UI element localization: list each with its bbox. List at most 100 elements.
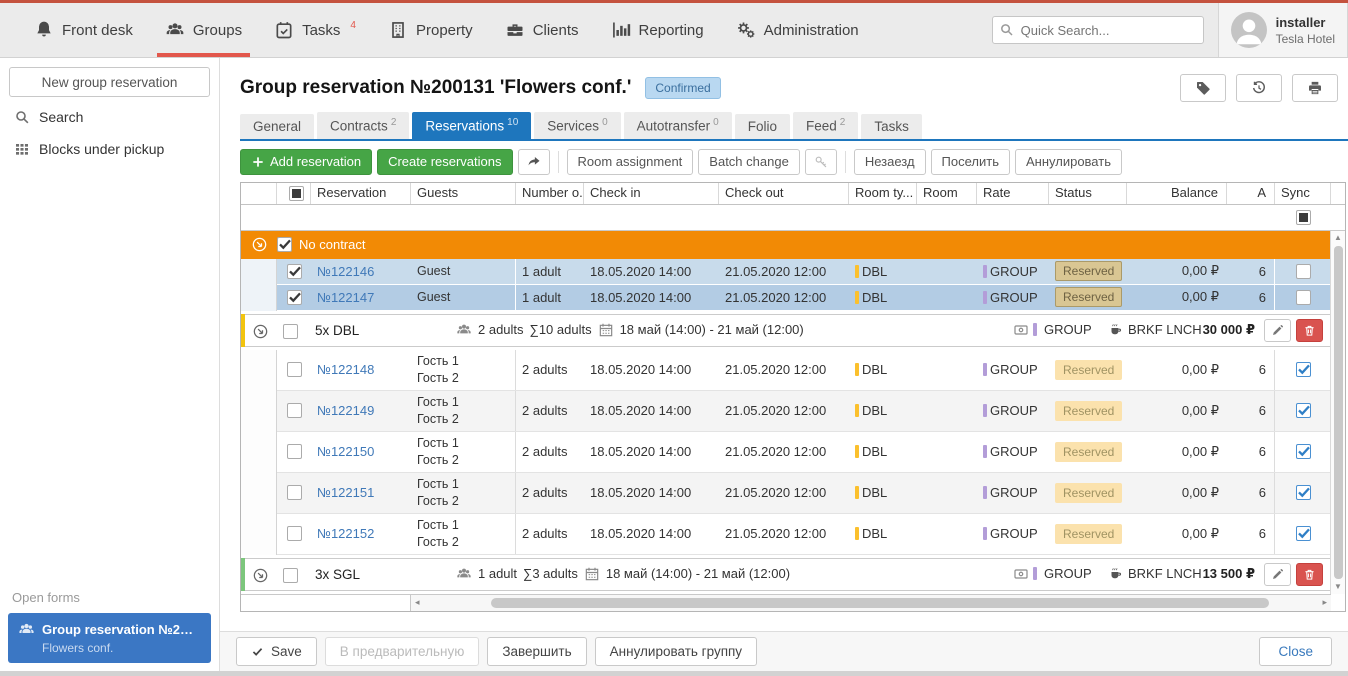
sync-checkbox[interactable] bbox=[1296, 403, 1311, 418]
reservation-link[interactable]: №122150 bbox=[317, 444, 374, 459]
row-checkbox[interactable] bbox=[287, 444, 302, 459]
scroll-right-arrow[interactable]: ▸ bbox=[1322, 597, 1327, 608]
row-checkbox[interactable] bbox=[287, 362, 302, 377]
nav-item-reporting[interactable]: Reporting bbox=[595, 3, 720, 57]
user-hotel: Tesla Hotel bbox=[1276, 32, 1335, 46]
nav-item-tasks[interactable]: Tasks4 bbox=[258, 3, 372, 57]
delete-block-button[interactable] bbox=[1296, 563, 1323, 586]
footer-button-аннулировать-группу[interactable]: Аннулировать группу bbox=[595, 637, 757, 666]
sidebar-item-blocks-under-pickup[interactable]: Blocks under pickup bbox=[0, 133, 219, 165]
footer-button-save[interactable]: Save bbox=[236, 637, 317, 666]
toolbar-button-незаезд[interactable]: Незаезд bbox=[854, 149, 926, 175]
block-amount: 13 500 ₽ bbox=[1203, 566, 1255, 582]
forward-arrow-button[interactable] bbox=[518, 149, 550, 175]
guest-name: Гость 1 bbox=[417, 517, 459, 533]
toolbar-button-batch-change[interactable]: Batch change bbox=[698, 149, 800, 175]
close-button[interactable]: Close bbox=[1259, 637, 1332, 666]
reservation-row: №122150Гость 1Гость 22 adults18.05.2020 … bbox=[241, 432, 1331, 473]
vertical-scrollbar[interactable]: ▲ ▼ bbox=[1330, 231, 1345, 594]
contract-checkbox[interactable] bbox=[277, 237, 292, 252]
tab-general[interactable]: General bbox=[240, 114, 314, 139]
row-band: №122148Гость 1Гость 22 adults18.05.2020 … bbox=[277, 350, 1331, 391]
collapse-icon-wrap[interactable] bbox=[252, 567, 269, 584]
sync-cell bbox=[1275, 350, 1331, 390]
tab-folio[interactable]: Folio bbox=[735, 114, 790, 139]
reservation-link[interactable]: №122151 bbox=[317, 485, 374, 500]
sync-checkbox[interactable] bbox=[1296, 526, 1311, 541]
sync-all-checkbox[interactable] bbox=[1296, 210, 1311, 225]
history-button[interactable] bbox=[1236, 74, 1282, 102]
scroll-left-arrow[interactable]: ◂ bbox=[415, 597, 420, 608]
nav-item-front-desk[interactable]: Front desk bbox=[18, 3, 149, 57]
reservation-link[interactable]: №122148 bbox=[317, 362, 374, 377]
sync-checkbox[interactable] bbox=[1296, 264, 1311, 279]
edit-block-button[interactable] bbox=[1264, 563, 1291, 586]
collapse-icon-wrap[interactable] bbox=[252, 323, 269, 340]
total-occupancy: ∑10 adults bbox=[530, 322, 592, 337]
tasks-icon bbox=[274, 20, 294, 40]
new-group-reservation-button[interactable]: New group reservation bbox=[9, 67, 210, 97]
toolbar-button-поселить[interactable]: Поселить bbox=[931, 149, 1010, 175]
footer-button-в-предварительную[interactable]: В предварительную bbox=[325, 637, 480, 666]
nav-item-clients[interactable]: Clients bbox=[489, 3, 595, 57]
toolbar-button-аннулировать[interactable]: Аннулировать bbox=[1015, 149, 1122, 175]
tab-tasks[interactable]: Tasks bbox=[861, 114, 922, 139]
reservation-link[interactable]: №122147 bbox=[317, 290, 374, 305]
sidebar-item-search[interactable]: Search bbox=[0, 101, 219, 133]
sidebar-items: SearchBlocks under pickup bbox=[0, 101, 219, 165]
reservation-link[interactable]: №122152 bbox=[317, 526, 374, 541]
key-button[interactable] bbox=[805, 149, 837, 175]
number-of-guests: 2 adults bbox=[522, 444, 568, 459]
user-menu[interactable]: installer Tesla Hotel bbox=[1218, 3, 1348, 57]
tag-button[interactable] bbox=[1180, 74, 1226, 102]
sync-checkbox[interactable] bbox=[1296, 444, 1311, 459]
reservation-row: №122147Guest1 adult18.05.2020 14:0021.05… bbox=[241, 285, 1331, 311]
open-form-card[interactable]: Group reservation №2… Flowers conf. bbox=[8, 613, 211, 663]
block-checkbox[interactable] bbox=[283, 568, 298, 583]
tab-contracts[interactable]: Contracts2 bbox=[317, 112, 409, 139]
select-all-checkbox[interactable] bbox=[289, 186, 304, 201]
horizontal-scroll-thumb[interactable] bbox=[491, 598, 1269, 608]
meal-plan-value: BRKF LNCH bbox=[1128, 566, 1202, 581]
sync-checkbox[interactable] bbox=[1296, 362, 1311, 377]
row-checkbox[interactable] bbox=[287, 403, 302, 418]
tab-feed[interactable]: Feed2 bbox=[793, 112, 858, 139]
row-checkbox[interactable] bbox=[287, 264, 302, 279]
footer-bar: Save В предварительнуюЗавершить Аннулирова… bbox=[220, 631, 1348, 671]
tab-reservations[interactable]: Reservations10 bbox=[412, 112, 531, 139]
edit-block-button[interactable] bbox=[1264, 319, 1291, 342]
sync-checkbox[interactable] bbox=[1296, 290, 1311, 305]
row-checkbox[interactable] bbox=[287, 290, 302, 305]
delete-block-button[interactable] bbox=[1296, 319, 1323, 342]
reservation-link[interactable]: №122149 bbox=[317, 403, 374, 418]
column-header-a: A bbox=[1227, 183, 1275, 204]
tab-autotransfer[interactable]: Autotransfer0 bbox=[624, 112, 732, 139]
scroll-down-arrow[interactable]: ▼ bbox=[1334, 580, 1342, 594]
horizontal-scrollbar[interactable]: ◂ ▸ bbox=[241, 594, 1331, 611]
quick-search-input[interactable] bbox=[992, 16, 1204, 44]
toolbar-button-room-assignment[interactable]: Room assignment bbox=[567, 149, 694, 175]
avatar bbox=[1231, 12, 1267, 48]
main-nav: Front deskGroupsTasks4PropertyClientsRep… bbox=[18, 3, 875, 57]
tab-services[interactable]: Services0 bbox=[534, 112, 620, 139]
sync-checkbox[interactable] bbox=[1296, 485, 1311, 500]
footer-button-завершить[interactable]: Завершить bbox=[487, 637, 586, 666]
nav-item-property[interactable]: Property bbox=[372, 3, 489, 57]
room-type-cell: DBL bbox=[849, 259, 917, 284]
column-header-label: Check out bbox=[725, 185, 784, 200]
scroll-up-arrow[interactable]: ▲ bbox=[1334, 231, 1342, 245]
toolbar-button-create-reservations[interactable]: Create reservations bbox=[377, 149, 512, 175]
reservation-link[interactable]: №122146 bbox=[317, 264, 374, 279]
vertical-scroll-thumb[interactable] bbox=[1334, 246, 1343, 579]
check-out-value: 21.05.2020 12:00 bbox=[725, 485, 826, 500]
print-button[interactable] bbox=[1292, 74, 1338, 102]
status-badge: Reserved bbox=[1055, 524, 1122, 544]
status-cell: Reserved bbox=[1049, 391, 1127, 431]
toolbar-button-add-reservation[interactable]: Add reservation bbox=[240, 149, 372, 175]
row-checkbox[interactable] bbox=[287, 526, 302, 541]
block-checkbox[interactable] bbox=[283, 324, 298, 339]
row-gutter bbox=[241, 514, 277, 555]
nav-item-administration[interactable]: Administration bbox=[720, 3, 875, 57]
row-checkbox[interactable] bbox=[287, 485, 302, 500]
nav-item-groups[interactable]: Groups bbox=[149, 3, 258, 57]
